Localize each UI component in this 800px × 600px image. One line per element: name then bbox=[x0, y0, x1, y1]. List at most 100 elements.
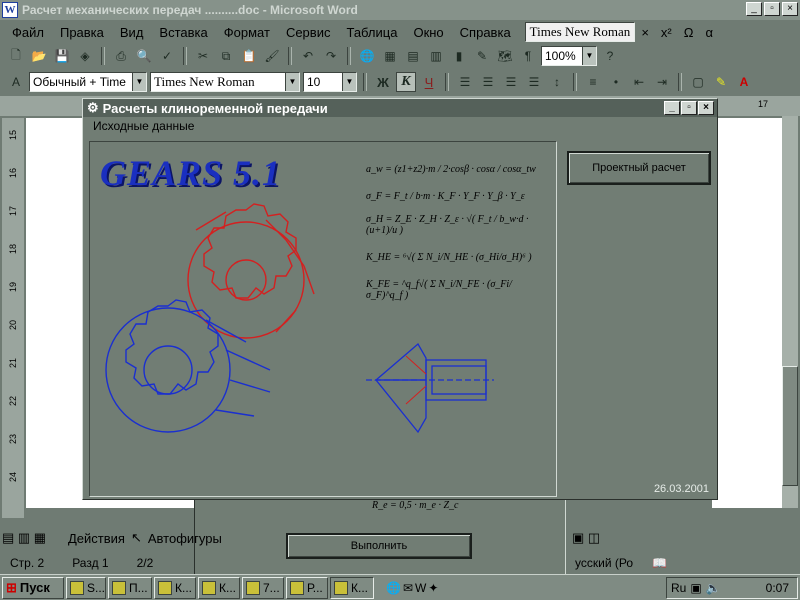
taskbar-button[interactable]: К... bbox=[198, 576, 240, 599]
vertical-scrollbar[interactable] bbox=[782, 116, 798, 508]
taskbar-button[interactable]: П... bbox=[108, 576, 152, 599]
new-document-icon[interactable]: 🗋 bbox=[6, 46, 26, 66]
taskbar-button[interactable]: 7... bbox=[242, 576, 284, 599]
menu-format[interactable]: Формат bbox=[216, 25, 278, 40]
insert-table-icon[interactable]: ▤ bbox=[403, 46, 423, 66]
font-color-icon[interactable]: A bbox=[734, 72, 754, 92]
styles-icon[interactable]: A bbox=[6, 72, 26, 92]
menu-font-box[interactable]: Times New Roman bbox=[524, 22, 636, 42]
chevron-down-icon[interactable]: ▼ bbox=[285, 73, 299, 91]
actions-menu[interactable]: Действия bbox=[68, 531, 125, 546]
show-hide-icon[interactable]: ¶ bbox=[518, 46, 538, 66]
line-spacing-icon[interactable]: ↕ bbox=[547, 72, 567, 92]
minimize-button[interactable]: _ bbox=[746, 2, 762, 16]
dialog-minimize-button[interactable]: _ bbox=[664, 101, 680, 115]
project-calculation-button[interactable]: Проектный расчет bbox=[567, 151, 711, 185]
align-left-icon[interactable]: ☰ bbox=[455, 72, 475, 92]
superscript-button[interactable]: x² bbox=[655, 25, 678, 40]
permission-icon[interactable]: ◈ bbox=[75, 46, 95, 66]
dialog-menu-bar: Исходные данные bbox=[83, 117, 717, 135]
restore-button[interactable]: ▫ bbox=[764, 2, 780, 16]
chevron-down-icon[interactable]: ▼ bbox=[342, 73, 356, 91]
numbering-icon[interactable]: ≡ bbox=[583, 72, 603, 92]
spelling-icon[interactable]: ✓ bbox=[157, 46, 177, 66]
undo-icon[interactable]: ↶ bbox=[298, 46, 318, 66]
toolbar-separator bbox=[101, 47, 105, 65]
copy-icon[interactable]: ⧉ bbox=[216, 46, 236, 66]
execute-button[interactable]: Выполнить bbox=[286, 533, 472, 559]
zoom-select[interactable]: 100% ▼ bbox=[541, 46, 597, 66]
align-right-icon[interactable]: ☰ bbox=[501, 72, 521, 92]
highlight-icon[interactable]: ✎ bbox=[711, 72, 731, 92]
taskbar-button[interactable]: S... bbox=[66, 576, 106, 599]
redo-icon[interactable]: ↷ bbox=[321, 46, 341, 66]
paste-icon[interactable]: 📋 bbox=[239, 46, 259, 66]
language-indicator[interactable]: Ru bbox=[671, 581, 686, 595]
3d-icon[interactable]: ▣ ◫ bbox=[572, 530, 600, 546]
scroll-thumb[interactable] bbox=[782, 366, 798, 486]
style-select[interactable]: Обычный + Time ▼ bbox=[29, 72, 147, 92]
tray-network-icon[interactable]: ▣ bbox=[690, 581, 701, 595]
menu-view[interactable]: Вид bbox=[112, 25, 152, 40]
ruler-v-mark: 19 bbox=[8, 282, 18, 293]
status-section: Разд 1 bbox=[72, 556, 109, 570]
vertical-ruler[interactable]: 15 16 17 18 19 20 21 22 23 24 bbox=[2, 118, 24, 518]
view-buttons[interactable]: ▤ ▥ ▦ bbox=[2, 530, 62, 546]
open-folder-icon[interactable]: 📂 bbox=[29, 46, 49, 66]
quicklaunch-outlook-icon[interactable]: ✉ bbox=[403, 581, 413, 595]
bold-button[interactable]: Ж bbox=[373, 72, 393, 92]
document-page-right[interactable] bbox=[712, 118, 782, 508]
illustration-panel: GEARS 5.1 a_w = (z1+z2)·m / 2·cosβ · cos… bbox=[89, 141, 557, 511]
start-button[interactable]: ⊞ Пуск bbox=[2, 576, 64, 599]
spelling-status-icon[interactable]: 📖 bbox=[652, 556, 667, 570]
menu-edit[interactable]: Правка bbox=[52, 25, 112, 40]
taskbar-button[interactable]: Р... bbox=[286, 576, 328, 599]
underline-button[interactable]: Ч bbox=[419, 72, 439, 92]
autoshapes-menu[interactable]: Автофигуры bbox=[148, 531, 222, 546]
chevron-down-icon[interactable]: ▼ bbox=[582, 47, 596, 65]
omega-symbol-button[interactable]: Ω bbox=[678, 25, 700, 40]
menu-insert[interactable]: Вставка bbox=[151, 25, 215, 40]
alpha-symbol-button[interactable]: α bbox=[699, 25, 719, 40]
chevron-down-icon[interactable]: ▼ bbox=[132, 73, 146, 91]
zoom-value: 100% bbox=[545, 49, 576, 63]
taskbar-button-active[interactable]: К... bbox=[330, 576, 374, 599]
print-preview-icon[interactable]: 🔍 bbox=[134, 46, 154, 66]
print-icon[interactable]: ⎙ bbox=[111, 46, 131, 66]
italic-button[interactable]: К bbox=[396, 72, 416, 92]
cut-icon[interactable]: ✂ bbox=[193, 46, 213, 66]
increase-indent-icon[interactable]: ⇥ bbox=[652, 72, 672, 92]
format-painter-icon[interactable]: 🖌 bbox=[262, 46, 282, 66]
quicklaunch-misc-icon[interactable]: ✦ bbox=[428, 581, 438, 595]
help-icon[interactable]: ? bbox=[600, 46, 620, 66]
taskbar-button[interactable]: К... bbox=[154, 576, 196, 599]
hyperlink-icon[interactable]: 🌐 bbox=[357, 46, 377, 66]
menu-table[interactable]: Таблица bbox=[338, 25, 405, 40]
close-button[interactable]: × bbox=[782, 2, 798, 16]
subscript-button[interactable]: × bbox=[635, 25, 655, 40]
quicklaunch-word-icon[interactable]: W bbox=[415, 581, 426, 595]
document-map-icon[interactable]: 🗺 bbox=[495, 46, 515, 66]
tables-borders-icon[interactable]: ▦ bbox=[380, 46, 400, 66]
font-select[interactable]: Times New Roman ▼ bbox=[150, 72, 300, 92]
menu-input-data[interactable]: Исходные данные bbox=[93, 119, 194, 133]
menu-tools[interactable]: Сервис bbox=[278, 25, 339, 40]
justify-icon[interactable]: ☰ bbox=[524, 72, 544, 92]
quicklaunch-ie-icon[interactable]: 🌐 bbox=[386, 581, 401, 595]
dialog-close-button[interactable]: × bbox=[698, 101, 714, 115]
dialog-maximize-button[interactable]: ▫ bbox=[681, 101, 697, 115]
menu-window[interactable]: Окно bbox=[405, 25, 451, 40]
menu-help[interactable]: Справка bbox=[452, 25, 519, 40]
columns-icon[interactable]: ▮ bbox=[449, 46, 469, 66]
save-icon[interactable]: 💾 bbox=[52, 46, 72, 66]
drawing-icon[interactable]: ✎ bbox=[472, 46, 492, 66]
decrease-indent-icon[interactable]: ⇤ bbox=[629, 72, 649, 92]
menu-file[interactable]: Файл bbox=[4, 25, 52, 40]
insert-excel-icon[interactable]: ▥ bbox=[426, 46, 446, 66]
align-center-icon[interactable]: ☰ bbox=[478, 72, 498, 92]
tray-volume-icon[interactable]: 🔈 bbox=[706, 581, 721, 595]
bullets-icon[interactable]: • bbox=[606, 72, 626, 92]
font-size-select[interactable]: 10 ▼ bbox=[303, 72, 357, 92]
select-objects-icon[interactable]: ↖ bbox=[131, 530, 142, 546]
border-icon[interactable]: ▢ bbox=[688, 72, 708, 92]
